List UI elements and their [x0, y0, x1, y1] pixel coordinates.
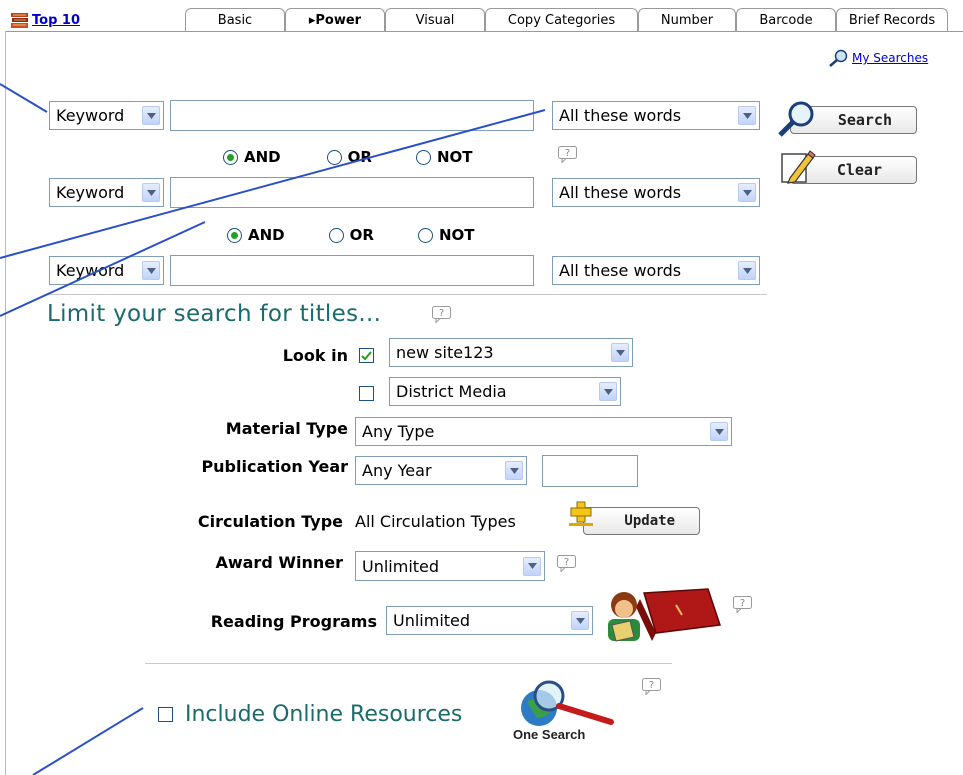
tab-visual[interactable]: Visual: [385, 8, 485, 32]
magnifier-icon: [829, 49, 848, 67]
search-term-input-3[interactable]: [170, 255, 534, 286]
search-icon: [778, 101, 814, 137]
reading-child-icon: [608, 588, 722, 642]
svg-text:?: ?: [564, 557, 569, 568]
match-select-3[interactable]: All these words: [552, 256, 760, 285]
look-in-checkbox-1[interactable]: [359, 348, 374, 363]
top-10-link[interactable]: Top 10: [10, 11, 80, 29]
look-in-select-2[interactable]: District Media: [389, 377, 621, 406]
chevron-down-icon: [611, 343, 629, 362]
tab-number[interactable]: Number: [638, 8, 736, 32]
match-select-2[interactable]: All these words: [552, 178, 760, 207]
material-type-label: Material Type: [225, 419, 348, 438]
search-field-select-3[interactable]: Keyword: [49, 256, 164, 285]
help-icon[interactable]: ?: [733, 596, 752, 613]
one-search-label: One Search: [513, 727, 586, 742]
online-divider: [145, 663, 672, 664]
callout-line-online: [32, 707, 144, 775]
chevron-down-icon: [710, 422, 728, 441]
online-resources-checkbox[interactable]: [158, 707, 173, 722]
tab-copy-categories[interactable]: Copy Categories: [485, 8, 638, 32]
eraser-pencil-icon: [781, 150, 816, 184]
limit-heading: Limit your search for titles...: [47, 301, 382, 327]
help-icon[interactable]: ?: [432, 306, 451, 323]
chevron-down-icon: [523, 556, 541, 576]
look-in-label: Look in: [282, 346, 348, 365]
chevron-down-icon: [142, 261, 160, 280]
svg-text:?: ?: [439, 308, 444, 319]
top-10-label[interactable]: Top 10: [32, 13, 80, 28]
chevron-down-icon: [142, 183, 160, 202]
left-border: [5, 31, 6, 775]
tab-basic[interactable]: Basic: [185, 8, 285, 32]
publication-year-select[interactable]: Any Year: [355, 456, 527, 485]
chevron-down-icon: [738, 106, 756, 125]
callout-line-keyword: [0, 83, 48, 113]
svg-text:?: ?: [649, 680, 654, 691]
globe-magnifier-icon: [521, 680, 614, 726]
publication-year-label: Publication Year: [201, 457, 348, 476]
chevron-down-icon: [738, 183, 756, 202]
tab-baseline: [5, 31, 963, 32]
chevron-down-icon: [599, 382, 617, 401]
svg-text:?: ?: [740, 598, 745, 609]
help-icon[interactable]: ?: [557, 555, 576, 572]
match-select-1[interactable]: All these words: [552, 101, 760, 130]
or-radio-2[interactable]: OR: [328, 226, 374, 244]
publication-year-input[interactable]: [542, 455, 638, 487]
my-searches-link[interactable]: My Searches: [828, 49, 928, 67]
chevron-down-icon: [738, 261, 756, 280]
chevron-down-icon: [505, 461, 523, 480]
and-radio-1[interactable]: AND: [223, 148, 281, 166]
circulation-type-value: All Circulation Types: [355, 512, 516, 531]
material-type-select[interactable]: Any Type: [355, 417, 732, 446]
boolean-ops-2: AND OR NOT: [227, 226, 474, 244]
not-radio-1[interactable]: NOT: [415, 148, 472, 166]
and-radio-2[interactable]: AND: [227, 226, 285, 244]
not-radio-2[interactable]: NOT: [417, 226, 474, 244]
section-divider: [47, 294, 767, 295]
my-searches-label[interactable]: My Searches: [852, 51, 928, 65]
update-button[interactable]: Update: [583, 507, 700, 535]
search-field-select-1[interactable]: Keyword: [49, 101, 164, 130]
books-icon: [10, 12, 29, 29]
look-in-select-1[interactable]: new site123: [389, 338, 633, 367]
help-icon[interactable]: ?: [558, 146, 577, 163]
include-online-resources[interactable]: Include Online Resources: [158, 702, 462, 727]
check-icon: [361, 350, 372, 360]
tab-power[interactable]: ▸Power: [285, 8, 385, 32]
reading-programs-select[interactable]: Unlimited: [386, 606, 593, 635]
online-resources-label: Include Online Resources: [185, 702, 463, 727]
search-term-input-1[interactable]: [170, 100, 534, 131]
or-radio-1[interactable]: OR: [326, 148, 372, 166]
plus-icon: [569, 501, 593, 526]
look-in-checkbox-2[interactable]: [359, 386, 374, 401]
circulation-type-label: Circulation Type: [197, 512, 343, 531]
reading-programs-label: Reading Programs: [210, 612, 377, 631]
chevron-down-icon: [571, 611, 589, 630]
tab-brief-records[interactable]: Brief Records: [836, 8, 948, 32]
help-icon[interactable]: ?: [642, 678, 661, 695]
tab-barcode[interactable]: Barcode: [736, 8, 836, 32]
boolean-ops-1: AND OR NOT: [223, 148, 472, 166]
search-field-select-2[interactable]: Keyword: [49, 178, 164, 207]
svg-text:?: ?: [565, 148, 570, 159]
award-winner-label: Award Winner: [215, 553, 343, 572]
award-winner-select[interactable]: Unlimited: [355, 551, 545, 581]
search-term-input-2[interactable]: [170, 177, 534, 208]
chevron-down-icon: [142, 106, 160, 125]
